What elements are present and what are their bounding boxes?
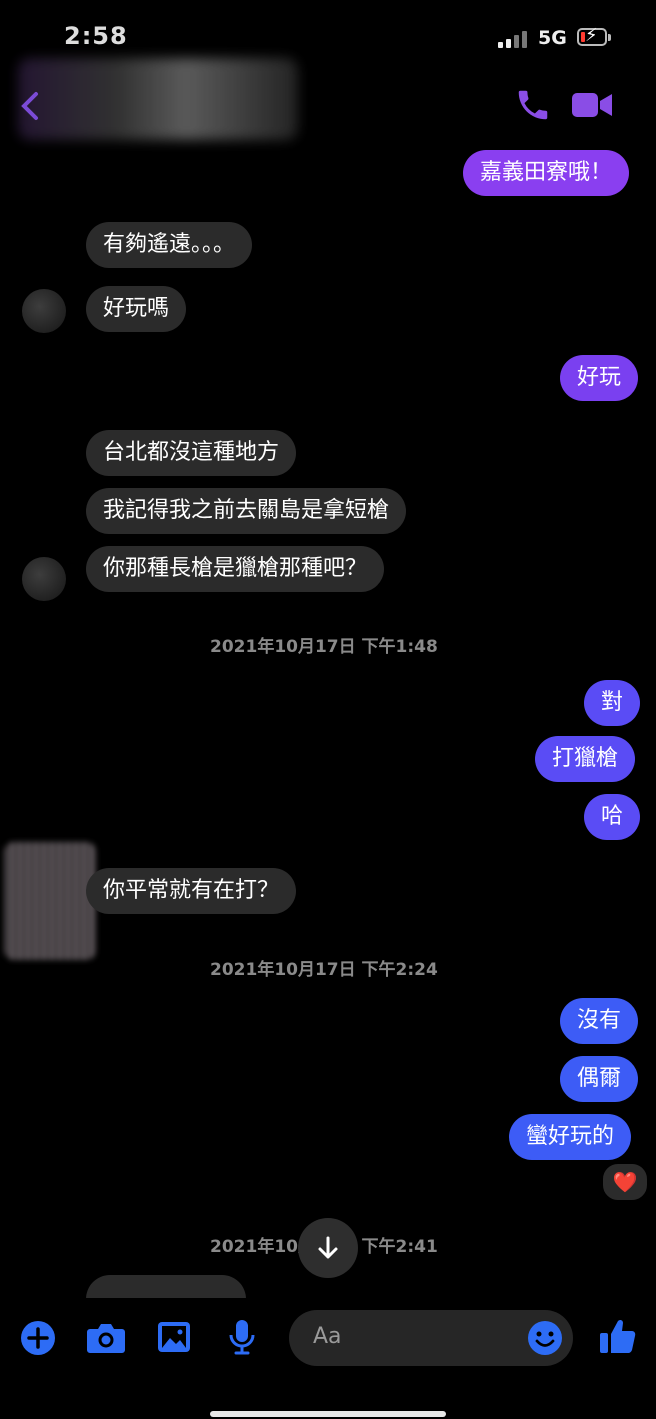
avatar[interactable] [22, 289, 66, 333]
heart-reaction-icon[interactable]: ❤️ [600, 1161, 650, 1203]
timestamp: 2021年10月17日 下午2:24 [210, 960, 438, 980]
network-type: 5G [538, 27, 567, 49]
timestamp: 2021年10月17日 下午1:48 [210, 637, 438, 657]
message-bubble-outgoing[interactable]: 蠻好玩的 [509, 1114, 632, 1160]
signal-strength-icon [498, 30, 530, 48]
message-bubble-incoming[interactable]: 有夠遙遠。。。 [86, 222, 253, 268]
avatar-redacted [4, 842, 96, 960]
video-camera-icon[interactable] [570, 90, 614, 120]
status-time: 2:58 [64, 22, 128, 50]
arrow-down-icon[interactable] [298, 1218, 358, 1278]
message-bubble-incoming[interactable]: 我記得我之前去關島是拿短槍 [86, 488, 407, 534]
plus-icon[interactable] [20, 1320, 56, 1360]
battery-icon: ⚡ [577, 25, 607, 46]
emoji-icon[interactable] [527, 1320, 563, 1360]
message-bubble-outgoing[interactable]: 哈 [584, 794, 641, 840]
thumbs-up-icon[interactable] [598, 1316, 638, 1360]
camera-icon[interactable] [86, 1320, 126, 1358]
chevron-left-icon[interactable] [14, 88, 54, 124]
microphone-icon[interactable] [228, 1318, 256, 1360]
image-icon[interactable] [156, 1320, 192, 1358]
avatar[interactable] [22, 557, 66, 601]
message-bubble-incoming[interactable]: 你平常就有在打？ [86, 868, 297, 914]
message-bubble-incoming[interactable]: 你那種長槍是獵槍那種吧？ [86, 546, 385, 592]
phone-icon[interactable] [514, 86, 552, 124]
message-bubble-outgoing[interactable]: 沒有 [560, 998, 639, 1044]
message-bubble-outgoing[interactable]: 嘉義田寮哦！ [463, 150, 630, 196]
message-bubble-outgoing[interactable]: 打獵槍 [535, 736, 636, 782]
message-bubble-incoming[interactable]: 好玩嗎 [86, 286, 187, 332]
message-bubble-outgoing[interactable]: 好玩 [560, 355, 639, 401]
message-bubble-incoming[interactable]: 台北都沒這種地方 [86, 430, 297, 476]
message-input-placeholder: Aa [313, 1324, 342, 1349]
message-bubble-outgoing[interactable]: 偶爾 [560, 1056, 639, 1102]
battery-tip [608, 34, 611, 41]
home-indicator [210, 1411, 446, 1417]
message-bubble-outgoing[interactable]: 對 [584, 680, 641, 726]
contact-name-redacted [18, 58, 298, 140]
